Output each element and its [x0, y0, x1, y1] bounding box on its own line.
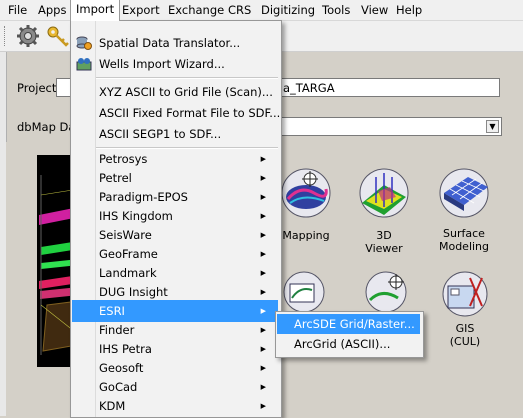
menu-apps[interactable]: Apps: [33, 0, 71, 20]
menu-bar: File Apps Import Export Exchange CRS Dig…: [0, 0, 523, 21]
gis-icon: [442, 271, 488, 317]
menu-item-xyz-ascii-to-grid[interactable]: XYZ ASCII to Grid File (Scan)...: [72, 81, 278, 103]
surface-modeling-label-1: Surface: [443, 227, 485, 240]
import-menu: Spatial Data Translator... Wells Import …: [70, 20, 282, 418]
gis-cul-tool[interactable]: GIS (CUL): [440, 270, 490, 348]
menu-crs[interactable]: CRS: [223, 0, 256, 20]
submenu-item-arcsde-grid-raster[interactable]: ArcSDE Grid/Raster...: [277, 314, 420, 334]
menu-item-label: Wells Import Wizard...: [99, 57, 225, 71]
grid-tool-icon: [283, 271, 325, 312]
3d-viewer-label: 3D Viewer: [365, 229, 403, 255]
tool-row2-2[interactable]: [356, 268, 412, 312]
submenu-item-label: ArcSDE Grid/Raster...: [294, 317, 415, 331]
menu-item-label: XYZ ASCII to Grid File (Scan)...: [99, 85, 273, 99]
menu-import[interactable]: Import: [70, 0, 121, 21]
menu-separator: [96, 77, 278, 79]
menu-export[interactable]: Export: [117, 0, 165, 20]
project-label: Project: [17, 81, 57, 95]
surface-modeling-label-2: Modeling: [438, 240, 490, 253]
gis-label-1: GIS: [455, 322, 475, 335]
menu-item-ascii-fixed-format[interactable]: ASCII Fixed Format File to SDF...: [72, 102, 281, 124]
menu-digitizing[interactable]: Digitizing: [256, 0, 320, 20]
submenu-arrow-icon: ▶: [260, 402, 266, 410]
menu-item-label: Spatial Data Translator...: [99, 36, 241, 50]
menu-item-ascii-segp1[interactable]: ASCII SEGP1 to SDF...: [72, 123, 278, 145]
3d-viewer-icon: [359, 168, 409, 218]
menu-exchange[interactable]: Exchange: [163, 0, 229, 20]
menu-item-label: ASCII SEGP1 to SDF...: [99, 127, 222, 141]
surface-modeling-tool[interactable]: Surface Modeling: [432, 163, 496, 253]
chevron-down-icon[interactable]: ▼: [486, 120, 499, 133]
menu-item-spatial-data-translator[interactable]: Spatial Data Translator...: [72, 32, 278, 54]
menu-item-label: KDM: [99, 399, 126, 413]
tool-row2-1[interactable]: [280, 268, 330, 312]
key-icon[interactable]: [46, 24, 70, 48]
gis-label-2: (CUL): [449, 335, 481, 348]
3d-viewer-tool[interactable]: 3D Viewer: [356, 163, 412, 255]
db-translate-icon: [76, 35, 92, 51]
wells-icon: [76, 56, 92, 72]
dbmap-label: dbMap Da: [17, 120, 76, 134]
menu-help[interactable]: Help: [391, 0, 427, 20]
menu-tools[interactable]: Tools: [317, 0, 355, 20]
mapping-label: Mapping: [282, 229, 330, 242]
menu-item-kdm[interactable]: KDM ▶: [72, 395, 278, 417]
mapping-icon: [281, 168, 331, 218]
surface-modeling-icon: [439, 168, 489, 218]
submenu-item-arcgrid-ascii[interactable]: ArcGrid (ASCII)...: [277, 334, 420, 354]
esri-submenu: ArcSDE Grid/Raster... ArcGrid (ASCII)...: [275, 311, 424, 358]
toolbar-grip[interactable]: [4, 26, 7, 46]
mapping-tool[interactable]: Mapping: [280, 163, 332, 242]
submenu-item-label: ArcGrid (ASCII)...: [294, 337, 391, 351]
settings-gear-icon[interactable]: [16, 24, 40, 48]
menu-item-wells-import-wizard[interactable]: Wells Import Wizard...: [72, 53, 278, 75]
menu-file[interactable]: File: [3, 0, 32, 20]
menu-item-label: ASCII Fixed Format File to SDF...: [99, 106, 281, 120]
well-tool-icon: [365, 271, 407, 312]
menu-view[interactable]: View: [356, 0, 393, 20]
